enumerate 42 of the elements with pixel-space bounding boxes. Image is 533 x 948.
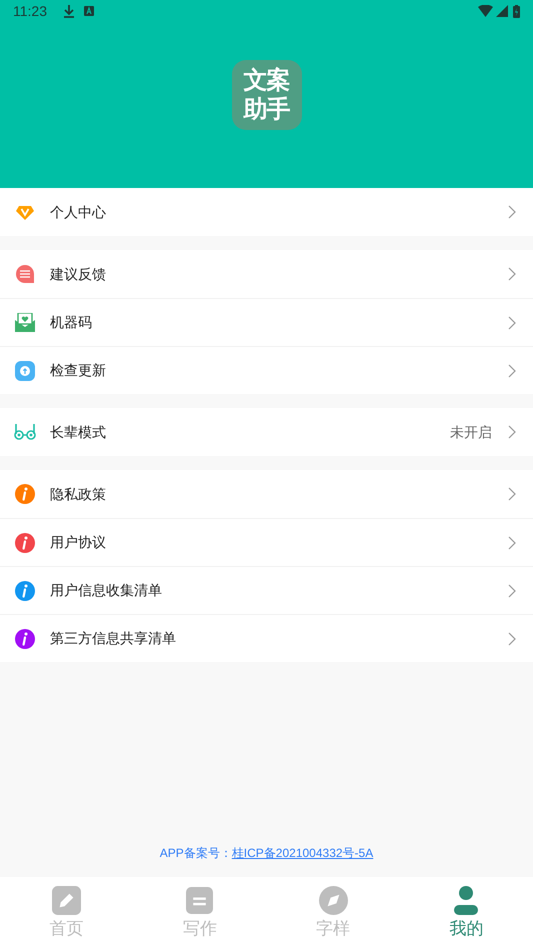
menu-item[interactable]: 用户协议 xyxy=(0,518,533,566)
menu-label: 建议反馈 xyxy=(50,264,107,284)
tab[interactable]: 我的 xyxy=(400,877,533,948)
document-icon xyxy=(186,886,214,915)
filing-link[interactable]: 桂ICP备2021004332号-5A xyxy=(232,846,374,860)
chevron-right-icon xyxy=(508,205,516,219)
chevron-right-icon xyxy=(508,364,516,378)
download-icon xyxy=(63,4,75,18)
filing-number-text: APP备案号：桂ICP备2021004332号-5A xyxy=(160,845,374,862)
menu-label: 检查更新 xyxy=(50,361,107,380)
menu-label: 第三方信息共享清单 xyxy=(50,629,177,648)
chevron-right-icon xyxy=(508,425,516,439)
menu-item[interactable]: 机器码 xyxy=(0,298,533,346)
chevron-right-icon xyxy=(508,487,516,501)
pencil-icon xyxy=(52,886,82,915)
menu-label: 机器码 xyxy=(50,313,93,332)
status-time: 11:23 xyxy=(13,2,47,20)
menu-item[interactable]: 建议反馈 xyxy=(0,250,533,298)
status-value: 未开启 xyxy=(450,422,492,442)
battery-icon xyxy=(513,4,520,18)
menu-label: 个人中心 xyxy=(50,202,107,222)
chevron-right-icon xyxy=(508,316,516,330)
person-icon xyxy=(454,886,478,916)
menu-label: 隐私政策 xyxy=(50,484,107,504)
menu-item[interactable]: 隐私政策 xyxy=(0,470,533,518)
menu-item[interactable]: 检查更新 xyxy=(0,346,533,394)
chevron-right-icon xyxy=(508,536,516,550)
menu-item[interactable]: 第三方信息共享清单 xyxy=(0,614,533,662)
chevron-right-icon xyxy=(508,267,516,281)
menu-item[interactable]: 个人中心 xyxy=(0,188,533,236)
menu-label: 长辈模式 xyxy=(50,422,107,442)
wifi-icon xyxy=(478,5,493,17)
menu-item[interactable]: 用户信息收集清单 xyxy=(0,566,533,614)
app-logo: 文案 助手 xyxy=(232,60,302,130)
notification-icon xyxy=(84,6,94,16)
signal-icon xyxy=(496,5,508,17)
chevron-right-icon xyxy=(508,632,516,646)
menu-label: 用户信息收集清单 xyxy=(50,581,163,600)
menu-label: 用户协议 xyxy=(50,533,107,552)
chevron-right-icon xyxy=(508,584,516,598)
compass-icon xyxy=(318,886,348,915)
menu-item[interactable]: 长辈模式 未开启 xyxy=(0,408,533,456)
